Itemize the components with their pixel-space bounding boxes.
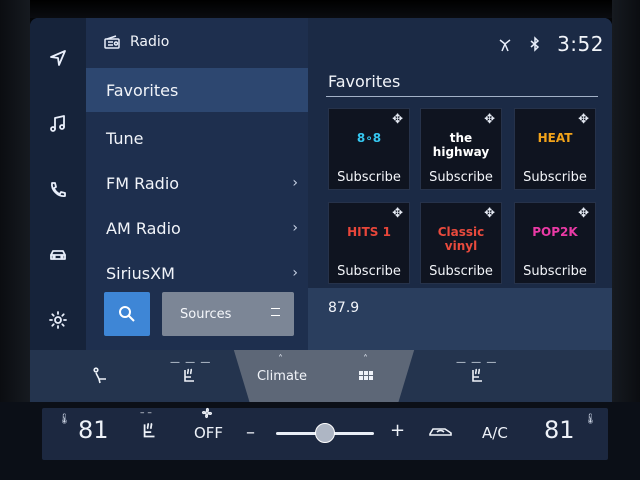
recirculation-car-icon [429, 428, 452, 436]
driver-temperature[interactable]: 81 [78, 416, 109, 444]
menu-title: Radio [130, 34, 170, 50]
favorite-station-tile[interactable]: ✥ 8∘8 Subscribe [328, 108, 410, 190]
subscribe-label: Subscribe [429, 264, 493, 279]
favorites-content: 3:52 Favorites ✥ 8∘8 Subscribe ✥ the highway… [308, 18, 612, 350]
add-favorite-icon[interactable]: ✥ [484, 206, 495, 221]
add-favorite-icon[interactable]: ✥ [392, 206, 403, 221]
phone-icon[interactable] [42, 174, 74, 206]
gear-icon[interactable] [42, 304, 74, 336]
subscribe-label: Subscribe [523, 170, 587, 185]
radio-icon [104, 35, 120, 49]
station-logo: HEAT [537, 131, 573, 145]
chevron-right-icon: › [292, 175, 298, 191]
add-favorite-icon[interactable]: ✥ [578, 112, 589, 127]
sources-label: Sources [180, 306, 232, 322]
passenger-thermometer-icon: 🌡 [584, 414, 597, 425]
menu-item[interactable]: FM Radio › [86, 161, 308, 205]
climate-button[interactable]: Climate [256, 350, 308, 402]
menu-item[interactable]: Favorites [86, 68, 308, 112]
add-favorite-icon[interactable]: ✥ [484, 112, 495, 127]
subscribe-label: Subscribe [337, 264, 401, 279]
fan-off-button[interactable]: OFF [194, 424, 223, 442]
fan-increase-button[interactable]: + [390, 420, 405, 441]
add-favorite-icon[interactable]: ✥ [392, 112, 403, 127]
heated-seat-icon [184, 368, 194, 382]
heated-seat-climate-button[interactable] [138, 420, 160, 442]
app-rail [30, 18, 87, 350]
bezel-top [0, 0, 640, 18]
app-grid-button[interactable] [354, 350, 378, 402]
divider [326, 96, 598, 97]
add-favorite-icon[interactable]: ✥ [578, 206, 589, 221]
seat-recline-icon [93, 367, 106, 384]
subscribe-label: Subscribe [429, 170, 493, 185]
chevron-right-icon: › [292, 220, 298, 236]
menu-item[interactable]: SiriusXM › [86, 251, 308, 295]
subscribe-label: Subscribe [337, 170, 401, 185]
clock: 3:52 [557, 32, 604, 56]
fan-slider-handle[interactable] [315, 423, 335, 443]
search-icon [119, 306, 135, 322]
menu-item-label: Tune [106, 128, 144, 148]
now-playing-bar[interactable]: 87.9 [308, 288, 612, 350]
heated-seat-button[interactable] [174, 350, 204, 402]
menu-item-label: FM Radio [106, 173, 180, 193]
menu-lines-icon [271, 308, 280, 316]
station-logo: Classic vinyl [437, 225, 485, 253]
bluetooth-icon [530, 36, 540, 52]
navigation-icon[interactable] [42, 42, 74, 74]
sources-button[interactable]: Sources [162, 292, 294, 336]
ac-button[interactable]: A/C [482, 424, 508, 442]
search-button[interactable] [104, 292, 150, 336]
heated-seat-icon [472, 368, 482, 382]
menu-item[interactable]: Tune [86, 116, 308, 160]
driver-thermometer-icon: 🌡 [58, 414, 71, 425]
station-logo: 8∘8 [356, 131, 382, 145]
station-logo: HITS 1 [347, 225, 391, 239]
station-logo: POP2K [532, 225, 578, 239]
infotainment-screen: Radio Favorites Tune FM Radio › AM Radio › Sir… [30, 18, 612, 402]
seat-heat-level: – – [140, 408, 152, 418]
seat-recline-button[interactable] [86, 350, 116, 402]
fan-decrease-button[interactable]: – [246, 422, 255, 443]
menu-item[interactable]: AM Radio › [86, 206, 308, 250]
menu-header: Radio [104, 34, 169, 50]
status-bar: 3:52 [497, 32, 604, 56]
menu-item-label: AM Radio [106, 218, 181, 238]
fan-icon [200, 406, 214, 420]
grid-icon [359, 371, 373, 380]
favorite-station-tile[interactable]: ✥ the highway Subscribe [420, 108, 502, 190]
favorite-station-tile[interactable]: ✥ POP2K Subscribe [514, 202, 596, 284]
music-icon[interactable] [42, 108, 74, 140]
subscribe-label: Subscribe [523, 264, 587, 279]
recirculation-button[interactable] [428, 424, 454, 438]
heated-seat-icon [143, 422, 155, 438]
favorite-station-tile[interactable]: ✥ HITS 1 Subscribe [328, 202, 410, 284]
passenger-temperature[interactable]: 81 [544, 416, 575, 444]
station-logo: the highway [432, 131, 490, 159]
favorite-station-tile[interactable]: ✥ Classic vinyl Subscribe [420, 202, 502, 284]
chevron-right-icon: › [292, 265, 298, 281]
menu-item-label: SiriusXM [106, 263, 175, 283]
antenna-icon [499, 39, 511, 52]
menu-item-label: Favorites [106, 80, 179, 100]
radio-menu: Radio Favorites Tune FM Radio › AM Radio › Sir… [86, 18, 308, 350]
favorite-station-tile[interactable]: ✥ HEAT Subscribe [514, 108, 596, 190]
heated-seat-right-button[interactable] [462, 350, 492, 402]
favorites-heading: Favorites [328, 72, 401, 91]
car-icon[interactable] [42, 240, 74, 272]
now-playing-frequency: 87.9 [328, 300, 360, 316]
